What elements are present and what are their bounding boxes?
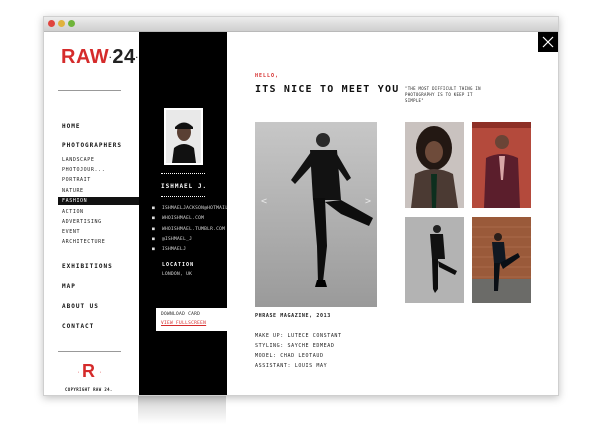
download-card-link[interactable]: DOWNLOAD CARD — [161, 312, 200, 317]
monogram-dot-icon: · — [99, 370, 103, 376]
nav-photographers[interactable]: PHOTOGRAPHERS — [62, 142, 122, 149]
window-maximize-dot[interactable] — [68, 20, 75, 27]
bullet-icon: ■ — [152, 216, 156, 221]
browser-window: RAW·24· HOME PHOTOGRAPHERS LANDSCAPE PHO… — [43, 16, 559, 396]
credit-assistant: ASSISTANT: LOUIS MAY — [255, 363, 328, 369]
featured-photo[interactable] — [255, 122, 377, 307]
download-card-panel: DOWNLOAD CARD VIEW FULLSCREEN — [156, 308, 227, 331]
window-reflection — [138, 396, 226, 424]
nav-contact[interactable]: CONTACT — [62, 323, 94, 330]
nav-category-advertising[interactable]: ADVERTISING — [62, 219, 102, 225]
nav-divider — [58, 90, 121, 91]
nav-divider-bottom — [58, 351, 121, 352]
location-value: LONDON, UK — [162, 272, 193, 277]
publication-caption: PHRASE MAGAZINE, 2013 — [255, 313, 331, 319]
bullet-icon: ■ — [152, 227, 156, 232]
credit-styling: STYLING: SAYCHE EDMEAD — [255, 343, 335, 349]
photographer-name: ISHMAEL J. — [161, 183, 208, 190]
nav-category-portrait[interactable]: PORTRAIT — [62, 177, 91, 183]
contact-website[interactable]: WHOISHMAEL.COM — [162, 216, 204, 221]
window-close-dot[interactable] — [48, 20, 55, 27]
copyright-text: COPYRIGHT RAW 24. — [65, 387, 113, 392]
bullet-icon: ■ — [152, 237, 156, 242]
contact-handle[interactable]: ISHMAELJ — [162, 247, 186, 252]
left-navigation: RAW·24· HOME PHOTOGRAPHERS LANDSCAPE PHO… — [44, 32, 144, 395]
contact-twitter[interactable]: @ISHMAEL_J — [162, 237, 192, 242]
photography-quote: "THE MOST DIFFICULT THING IN PHOTOGRAPHY… — [405, 86, 481, 103]
nav-category-nature[interactable]: NATURE — [62, 188, 84, 194]
logo-number: 24 — [112, 46, 136, 68]
nav-category-photojournalism[interactable]: PHOTOJOUR... — [62, 167, 105, 173]
close-icon — [542, 36, 554, 48]
thumbnail-3[interactable] — [405, 217, 464, 303]
footer-monogram: R — [82, 361, 95, 381]
headline: ITS NICE TO MEET YOU — [255, 84, 400, 95]
thumbnail-2[interactable] — [472, 122, 531, 208]
fullscreen-link[interactable]: VIEW FULLSCREEN — [161, 321, 206, 326]
thumbnail-1[interactable] — [405, 122, 464, 208]
profile-divider — [161, 173, 205, 175]
thumbnail-4[interactable] — [472, 217, 531, 303]
nav-category-action[interactable]: ACTION — [62, 209, 84, 215]
window-titlebar — [44, 17, 558, 32]
contact-tumblr[interactable]: WHOISHMAEL.TUMBLR.COM — [162, 227, 225, 232]
nav-category-fashion[interactable]: FASHION — [58, 197, 144, 205]
nav-category-event[interactable]: EVENT — [62, 229, 80, 235]
nav-exhibitions[interactable]: EXHIBITIONS — [62, 263, 113, 270]
window-minimize-dot[interactable] — [58, 20, 65, 27]
nav-category-architecture[interactable]: ARCHITECTURE — [62, 239, 105, 245]
greeting: HELLO, — [255, 73, 280, 79]
credit-model: MODEL: CHAD LEOTAUD — [255, 353, 324, 359]
logo-text: RAW — [61, 46, 110, 68]
main-content: HELLO, ITS NICE TO MEET YOU "THE MOST DI… — [227, 32, 558, 395]
site-logo[interactable]: RAW·24· — [61, 46, 139, 69]
bullet-icon: ■ — [152, 247, 156, 252]
close-button[interactable] — [538, 32, 558, 52]
nav-about[interactable]: ABOUT US — [62, 303, 99, 310]
profile-divider — [161, 196, 205, 198]
next-arrow-icon[interactable]: > — [365, 196, 371, 207]
credit-makeup: MAKE UP: LUTECE CONSTANT — [255, 333, 342, 339]
location-label: LOCATION — [162, 262, 195, 268]
monogram-dot-icon: · — [77, 370, 81, 376]
nav-home[interactable]: HOME — [62, 123, 80, 130]
bullet-icon: ■ — [152, 206, 156, 211]
profile-photo — [164, 108, 203, 165]
nav-category-landscape[interactable]: LANDSCAPE — [62, 157, 95, 163]
prev-arrow-icon[interactable]: < — [261, 196, 267, 207]
photographer-profile-panel: ISHMAEL J. ■ ISHMAELJACKSON@HOTMAIL.CO.U… — [139, 32, 246, 395]
nav-map[interactable]: MAP — [62, 283, 76, 290]
